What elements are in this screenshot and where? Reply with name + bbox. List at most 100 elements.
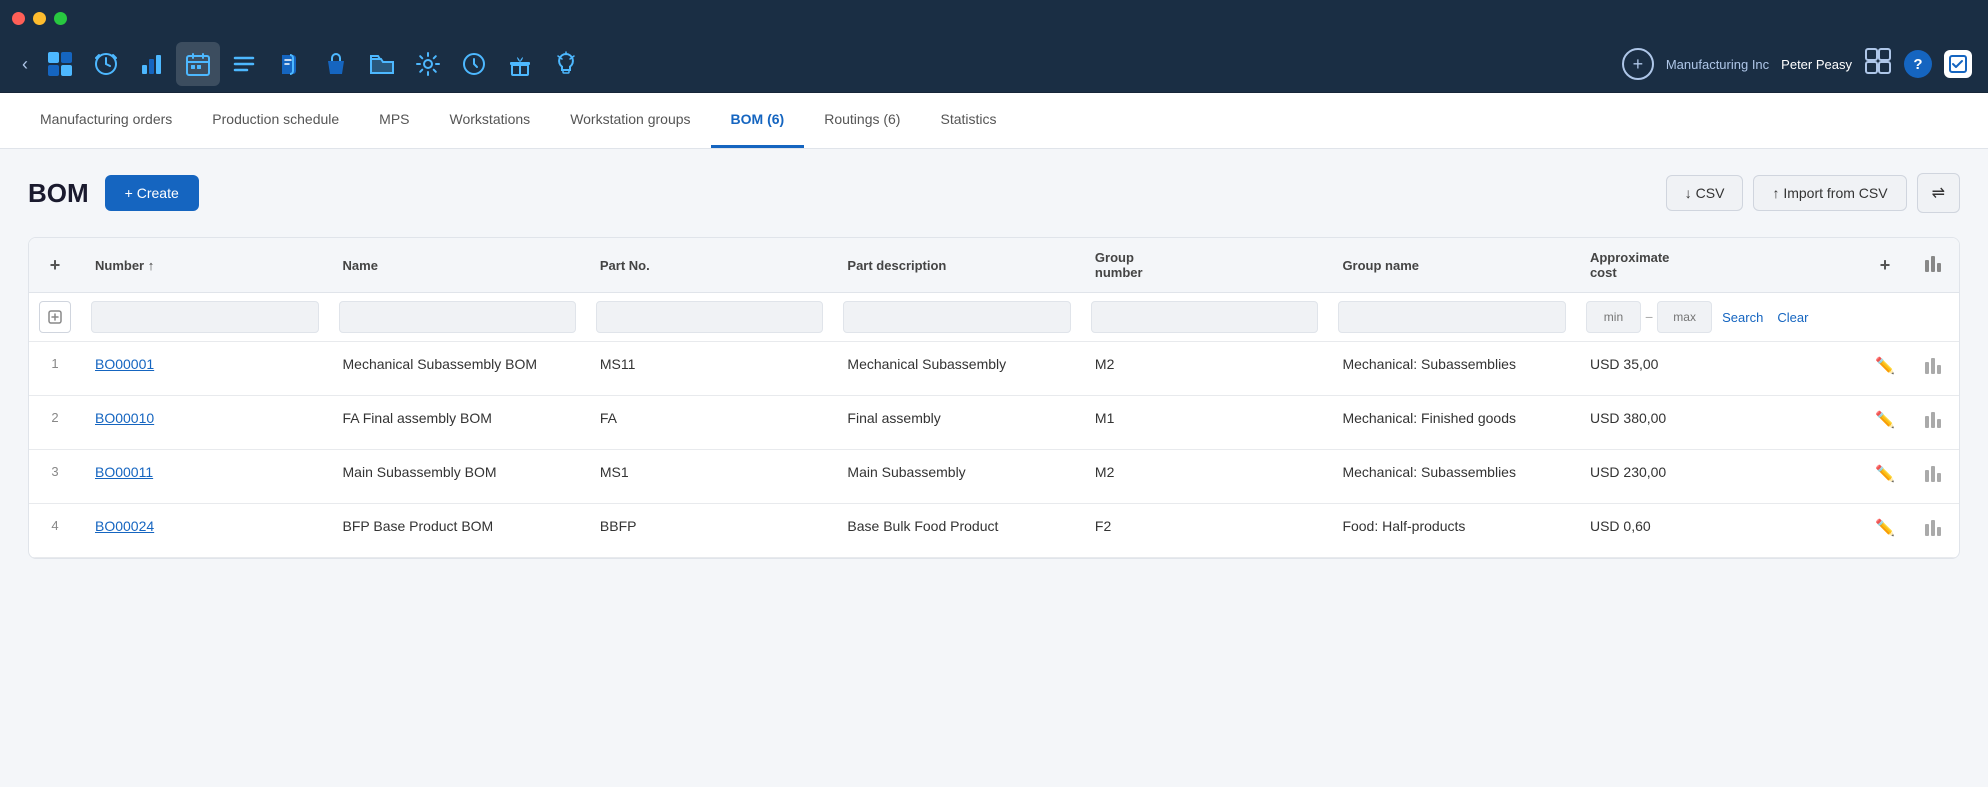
gear-icon-button[interactable]: [406, 42, 450, 86]
filter-actions-chart: [1909, 293, 1959, 342]
profile-icon[interactable]: [1864, 47, 1892, 81]
cell-chart-0[interactable]: [1909, 342, 1959, 396]
tab-routings[interactable]: Routings (6): [804, 93, 920, 148]
save-filter-button[interactable]: [39, 301, 71, 333]
filter-name-input[interactable]: [339, 301, 576, 333]
tab-mps[interactable]: MPS: [359, 93, 429, 148]
import-csv-button[interactable]: ↑ Import from CSV: [1753, 175, 1906, 211]
bar-chart-icon-button[interactable]: [130, 42, 174, 86]
filter-groupname-input[interactable]: [1338, 301, 1566, 333]
filter-name[interactable]: [329, 293, 586, 342]
cell-groupnumber-2: M2: [1081, 450, 1329, 504]
filter-partdesc[interactable]: [833, 293, 1081, 342]
clock2-icon-button[interactable]: [452, 42, 496, 86]
bulb-icon-button[interactable]: [544, 42, 588, 86]
cell-name-1: FA Final assembly BOM: [329, 396, 586, 450]
list-icon: [231, 51, 257, 77]
edit-icon-3[interactable]: ✏️: [1875, 520, 1895, 537]
add-button[interactable]: +: [1622, 48, 1654, 80]
toolbar-icons: [38, 42, 1618, 86]
chart-icon-3[interactable]: [1924, 525, 1944, 542]
filter-number-input[interactable]: [91, 301, 319, 333]
gift-icon-button[interactable]: [498, 42, 542, 86]
tab-bom[interactable]: BOM (6): [711, 93, 805, 148]
book-icon-button[interactable]: [268, 42, 312, 86]
table-row: 3 BO00011 Main Subassembly BOM MS1 Main …: [29, 450, 1959, 504]
chart-icon-0[interactable]: [1924, 363, 1944, 380]
filter-groupnumber-input[interactable]: [1091, 301, 1319, 333]
cell-edit-3[interactable]: ✏️: [1861, 504, 1909, 558]
back-button[interactable]: ‹: [16, 48, 34, 81]
cell-partno-2: MS1: [586, 450, 834, 504]
chart-icon-2[interactable]: [1924, 471, 1944, 488]
bom-header: BOM + Create ↓ CSV ↑ Import from CSV ⇌: [28, 173, 1960, 213]
cost-filter-group: − Search Clear: [1586, 301, 1851, 333]
csv-button[interactable]: ↓ CSV: [1666, 175, 1744, 211]
cost-max-input[interactable]: [1657, 301, 1712, 333]
cell-edit-2[interactable]: ✏️: [1861, 450, 1909, 504]
tab-manufacturing-orders[interactable]: Manufacturing orders: [20, 93, 192, 148]
create-button[interactable]: + Create: [105, 175, 199, 211]
cell-number-1[interactable]: BO00010: [81, 396, 329, 450]
cost-search-button[interactable]: Search: [1716, 310, 1769, 325]
col-header-add[interactable]: +: [29, 238, 81, 293]
task-icon[interactable]: [1944, 50, 1972, 78]
tab-workstation-groups[interactable]: Workstation groups: [550, 93, 710, 148]
cost-min-input[interactable]: [1586, 301, 1641, 333]
bom-id-link-2[interactable]: BO00011: [95, 464, 153, 480]
cell-partno-1: FA: [586, 396, 834, 450]
app-logo-icon: [46, 50, 74, 78]
bom-title-section: BOM + Create: [28, 175, 199, 211]
traffic-light-yellow[interactable]: [33, 12, 46, 25]
filter-groupname[interactable]: [1328, 293, 1576, 342]
cell-number-2[interactable]: BO00011: [81, 450, 329, 504]
tab-statistics[interactable]: Statistics: [920, 93, 1016, 148]
folder-icon-button[interactable]: [360, 42, 404, 86]
cell-edit-0[interactable]: ✏️: [1861, 342, 1909, 396]
filter-number[interactable]: [81, 293, 329, 342]
toolbar-right: + Manufacturing Inc Peter Peasy ?: [1622, 47, 1972, 81]
page-title: BOM: [28, 178, 89, 209]
cell-number-3[interactable]: BO00024: [81, 504, 329, 558]
edit-icon-2[interactable]: ✏️: [1875, 466, 1895, 483]
table-row: 1 BO00001 Mechanical Subassembly BOM MS1…: [29, 342, 1959, 396]
filter-partno[interactable]: [586, 293, 834, 342]
list-icon-button[interactable]: [222, 42, 266, 86]
edit-icon-1[interactable]: ✏️: [1875, 412, 1895, 429]
bom-id-link-3[interactable]: BO00024: [95, 518, 154, 534]
filter-partno-input[interactable]: [596, 301, 824, 333]
cell-approxcost-3: USD 0,60: [1576, 504, 1861, 558]
filter-groupnumber[interactable]: [1081, 293, 1329, 342]
cell-chart-3[interactable]: [1909, 504, 1959, 558]
cell-chart-1[interactable]: [1909, 396, 1959, 450]
bom-id-link-1[interactable]: BO00010: [95, 410, 154, 426]
clock-icon-button[interactable]: [84, 42, 128, 86]
cell-chart-2[interactable]: [1909, 450, 1959, 504]
cell-partdesc-1: Final assembly: [833, 396, 1081, 450]
filter-partdesc-input[interactable]: [843, 301, 1071, 333]
cell-edit-1[interactable]: ✏️: [1861, 396, 1909, 450]
bom-id-link-0[interactable]: BO00001: [95, 356, 154, 372]
cell-partdesc-3: Base Bulk Food Product: [833, 504, 1081, 558]
cell-rownum-1: 2: [29, 396, 81, 450]
col-header-actions-plus[interactable]: +: [1861, 238, 1909, 293]
col-header-partdesc: Part description: [833, 238, 1081, 293]
toolbar: ‹: [0, 36, 1988, 93]
bag-icon-button[interactable]: [314, 42, 358, 86]
cost-clear-button[interactable]: Clear: [1773, 310, 1812, 325]
shuffle-button[interactable]: ⇌: [1917, 173, 1960, 213]
cell-number-0[interactable]: BO00001: [81, 342, 329, 396]
app-logo-button[interactable]: [38, 42, 82, 86]
cell-name-3: BFP Base Product BOM: [329, 504, 586, 558]
tab-production-schedule[interactable]: Production schedule: [192, 93, 359, 148]
traffic-light-green[interactable]: [54, 12, 67, 25]
bom-table: + Number ↑ Name Part No. Part descriptio…: [29, 238, 1959, 558]
calendar-icon-button[interactable]: [176, 42, 220, 86]
tab-workstations[interactable]: Workstations: [430, 93, 551, 148]
edit-icon-0[interactable]: ✏️: [1875, 358, 1895, 375]
cell-groupnumber-1: M1: [1081, 396, 1329, 450]
traffic-light-red[interactable]: [12, 12, 25, 25]
help-icon[interactable]: ?: [1904, 50, 1932, 78]
cell-rownum-2: 3: [29, 450, 81, 504]
chart-icon-1[interactable]: [1924, 417, 1944, 434]
